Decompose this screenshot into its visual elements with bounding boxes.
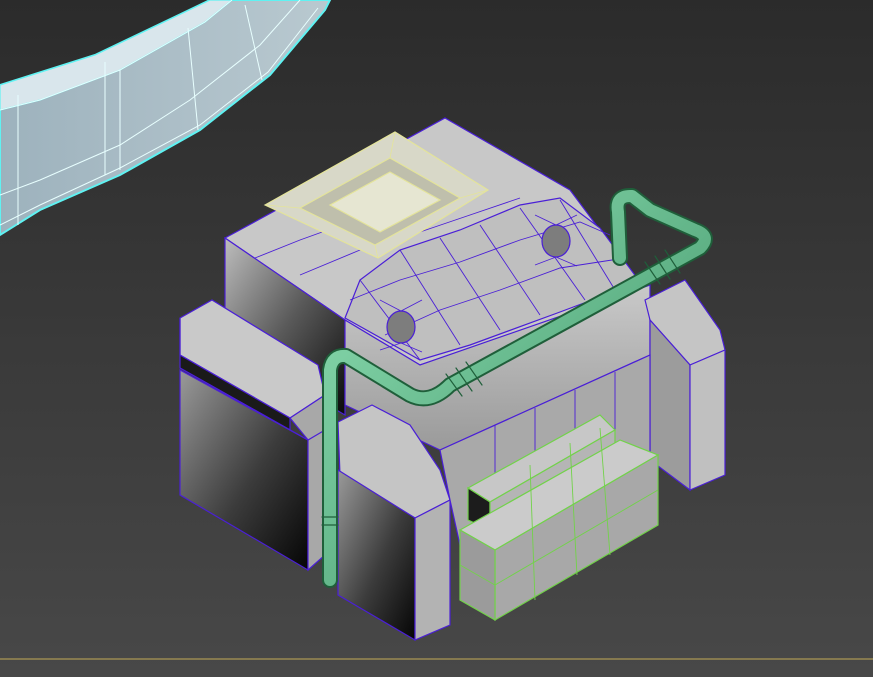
right-wing-front [689, 349, 726, 491]
roof-vent-left [386, 310, 416, 344]
3d-viewport[interactable] [0, 0, 873, 677]
roof-vent-right [541, 224, 571, 258]
pillar-front [414, 499, 451, 641]
